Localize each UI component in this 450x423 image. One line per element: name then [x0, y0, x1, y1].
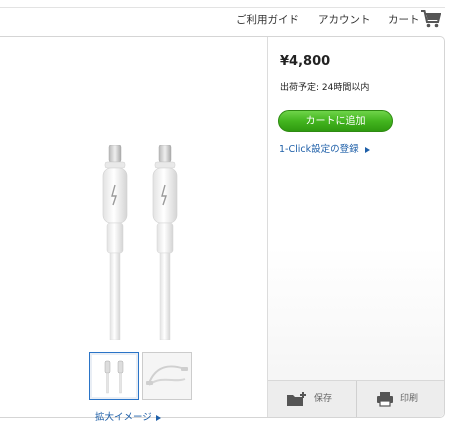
shipping-estimate: 出荷予定: 24時間以内 [280, 83, 370, 93]
purchase-sidebar: ¥4,800 出荷予定: 24時間以内 カートに追加 1-Click設定の登録 … [268, 37, 444, 417]
thunderbolt-cable-image [102, 145, 178, 340]
product-image-area: 拡大イメージ [0, 37, 267, 423]
thumbnail-1[interactable] [89, 352, 139, 400]
print-button[interactable]: 印刷 [376, 389, 418, 409]
one-click-setup-link[interactable]: 1-Click設定の登録 [279, 141, 370, 155]
guide-link[interactable]: ご利用ガイド [236, 12, 299, 27]
thumbnail-cable-coiled [146, 365, 188, 386]
shopping-cart-icon[interactable] [421, 10, 441, 28]
top-navigation: ご利用ガイド アカウント カート [0, 0, 450, 36]
save-label: 保存 [314, 394, 333, 404]
save-button[interactable]: 保存 [286, 389, 332, 409]
account-link[interactable]: アカウント [318, 12, 371, 27]
thumbnail-cable-upright [104, 360, 124, 394]
top-divider [0, 7, 445, 8]
arrow-right-icon [364, 146, 370, 153]
thumbnail-strip [89, 352, 193, 402]
printer-icon [377, 391, 393, 407]
action-separator [356, 381, 357, 417]
product-price: ¥4,800 [280, 54, 331, 69]
print-label: 印刷 [400, 394, 419, 404]
enlarge-image-label: 拡大イメージ [95, 412, 152, 423]
action-bar: 保存 印刷 [268, 380, 444, 417]
arrow-right-icon [155, 414, 161, 421]
one-click-setup-label: 1-Click設定の登録 [279, 144, 359, 155]
cart-link[interactable]: カート [388, 12, 420, 27]
add-to-cart-button[interactable]: カートに追加 [278, 110, 393, 132]
folder-add-icon [287, 391, 306, 406]
product-panel: 拡大イメージ ¥4,800 出荷予定: 24時間以内 カートに追加 1-Clic… [0, 36, 445, 423]
thumbnail-2[interactable] [142, 352, 192, 400]
